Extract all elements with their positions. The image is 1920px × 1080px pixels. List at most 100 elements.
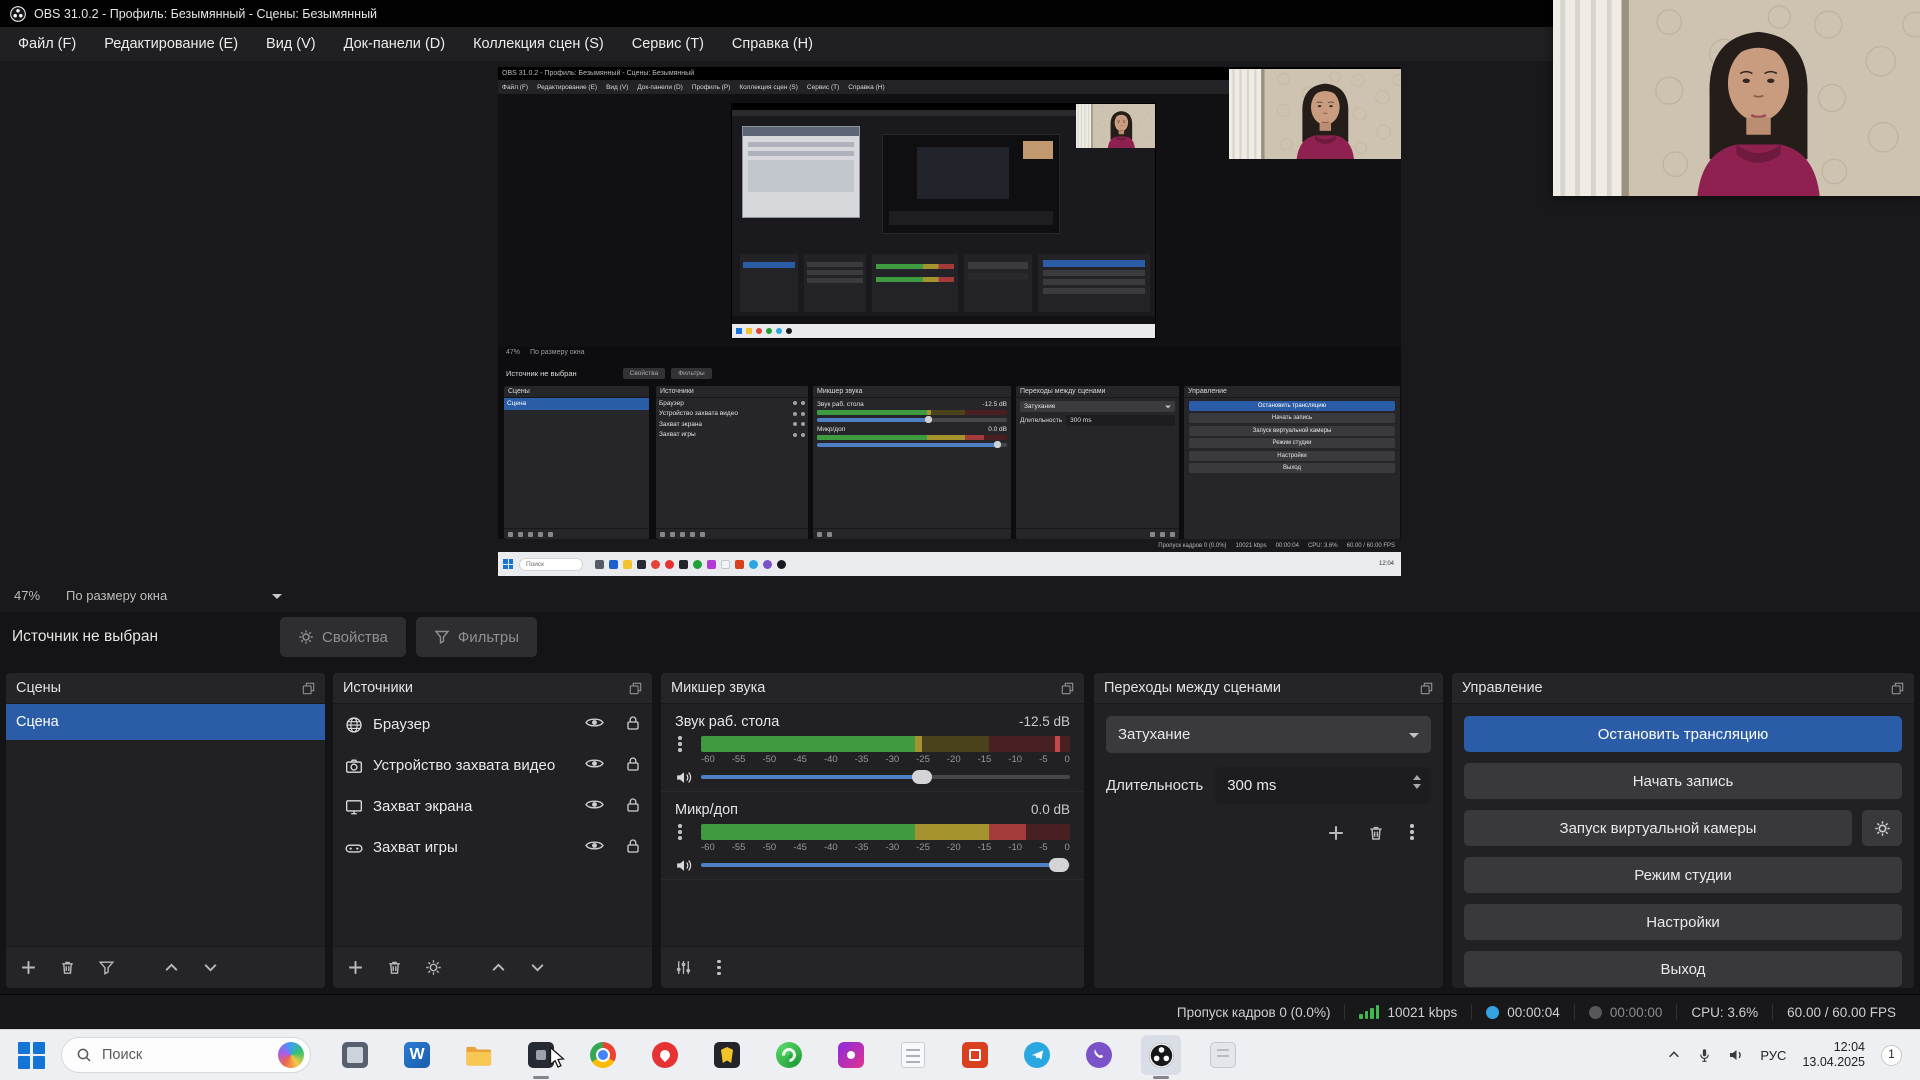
volume-slider-handle[interactable]	[912, 770, 932, 784]
duration-spinbox[interactable]: 300 ms	[1215, 767, 1431, 804]
search-icon	[76, 1047, 92, 1063]
mute-button[interactable]	[675, 857, 701, 874]
menu-help[interactable]: Справка (H)	[718, 27, 827, 61]
studio-mode-button[interactable]: Режим студии	[1464, 857, 1902, 893]
source-properties-icon[interactable]	[425, 959, 442, 976]
source-row[interactable]: Захват экрана	[333, 786, 652, 827]
popout-icon[interactable]	[1891, 682, 1904, 695]
visibility-eye-icon[interactable]	[585, 839, 604, 856]
menu-docks[interactable]: Док-панели (D)	[330, 27, 459, 61]
language-indicator[interactable]: РУС	[1760, 1048, 1786, 1063]
search-box[interactable]: Поиск	[61, 1037, 311, 1073]
lock-icon[interactable]	[626, 715, 640, 735]
channel-db-value: -12.5 dB	[1019, 714, 1070, 729]
stop-streaming-button[interactable]: Остановить трансляцию	[1464, 716, 1902, 752]
transition-menu-icon[interactable]	[1407, 824, 1421, 842]
meter-tick: -30	[885, 842, 899, 853]
spin-up-icon[interactable]	[1413, 775, 1421, 780]
zoom-caret-icon[interactable]	[272, 594, 282, 604]
visibility-eye-icon[interactable]	[585, 716, 604, 733]
obs-icon[interactable]	[1141, 1035, 1181, 1075]
spin-down-icon[interactable]	[1413, 784, 1421, 789]
move-scene-up-button[interactable]	[163, 959, 180, 976]
channel-menu-icon[interactable]	[675, 736, 701, 752]
meter-tick: -30	[885, 754, 899, 765]
preview-mini-webcam	[1229, 69, 1401, 159]
chrome-icon[interactable]	[583, 1035, 623, 1075]
add-transition-button[interactable]	[1327, 824, 1345, 842]
virtual-camera-settings-button[interactable]	[1862, 810, 1902, 846]
menu-file[interactable]: Файл (F)	[4, 27, 90, 61]
mixer-toolbar	[661, 946, 1084, 988]
source-row[interactable]: Захват игры	[333, 827, 652, 868]
scene-item-selected[interactable]: Сцена	[6, 704, 325, 740]
lock-icon[interactable]	[626, 797, 640, 817]
gallery-app-icon[interactable]	[1203, 1035, 1243, 1075]
move-source-down-button[interactable]	[529, 959, 546, 976]
start-recording-button[interactable]: Начать запись	[1464, 763, 1902, 799]
add-scene-button[interactable]	[20, 959, 37, 976]
webcam-overlay[interactable]	[1553, 0, 1920, 196]
volume-slider-handle[interactable]	[1049, 858, 1069, 872]
mixer-menu-icon[interactable]	[714, 960, 728, 976]
settings-button[interactable]: Настройки	[1464, 904, 1902, 940]
zoom-mode-select[interactable]: По размеру окна	[66, 588, 167, 603]
filters-button[interactable]: Фильтры	[416, 617, 537, 657]
chevron-up-icon[interactable]	[1667, 1048, 1681, 1062]
properties-button[interactable]: Свойства	[280, 617, 406, 657]
mute-button[interactable]	[675, 769, 701, 786]
menu-tools[interactable]: Сервис (T)	[618, 27, 718, 61]
menu-scene-collection[interactable]: Коллекция сцен (S)	[459, 27, 618, 61]
red-browser-icon[interactable]	[645, 1035, 685, 1075]
duration-label: Длительность	[1106, 777, 1203, 794]
popout-icon[interactable]	[1061, 682, 1074, 695]
visibility-eye-icon[interactable]	[585, 757, 604, 774]
virtual-camera-button[interactable]: Запуск виртуальной камеры	[1464, 810, 1852, 846]
file-explorer-icon[interactable]	[335, 1035, 375, 1075]
shield-app-icon[interactable]	[707, 1035, 747, 1075]
menu-view[interactable]: Вид (V)	[252, 27, 330, 61]
volume-slider[interactable]	[701, 768, 1070, 786]
notes-app-icon[interactable]	[893, 1035, 933, 1075]
purple-app-icon[interactable]	[831, 1035, 871, 1075]
remove-source-button[interactable]	[386, 959, 403, 976]
green-app-icon[interactable]	[769, 1035, 809, 1075]
meter-tick: -45	[793, 754, 807, 765]
add-source-button[interactable]	[347, 959, 364, 976]
exit-button[interactable]: Выход	[1464, 951, 1902, 987]
search-highlights-icon[interactable]	[278, 1042, 304, 1068]
source-row[interactable]: Браузер	[333, 704, 652, 745]
lock-icon[interactable]	[626, 756, 640, 776]
scenes-toolbar	[6, 946, 325, 988]
mixer-settings-icon[interactable]	[675, 959, 692, 976]
word-icon[interactable]: W	[397, 1035, 437, 1075]
popout-icon[interactable]	[1420, 682, 1433, 695]
zoom-level: 47%	[14, 588, 40, 603]
lock-icon[interactable]	[626, 838, 640, 858]
menu-edit[interactable]: Редактирование (E)	[90, 27, 252, 61]
remove-scene-button[interactable]	[59, 959, 76, 976]
red-app-icon[interactable]	[955, 1035, 995, 1075]
clock[interactable]: 12:04 13.04.2025	[1802, 1040, 1865, 1070]
volume-slider[interactable]	[701, 856, 1070, 874]
move-source-up-button[interactable]	[490, 959, 507, 976]
popout-icon[interactable]	[302, 682, 315, 695]
mic-icon[interactable]	[1697, 1048, 1712, 1063]
source-row[interactable]: Устройство захвата видео	[333, 745, 652, 786]
speaker-icon[interactable]	[1728, 1047, 1744, 1063]
channel-menu-icon[interactable]	[675, 824, 701, 840]
visibility-eye-icon[interactable]	[585, 798, 604, 815]
scene-filters-button[interactable]	[98, 959, 115, 976]
folder-icon[interactable]	[459, 1035, 499, 1075]
remove-transition-button[interactable]	[1367, 824, 1385, 842]
popout-icon[interactable]	[629, 682, 642, 695]
move-scene-down-button[interactable]	[202, 959, 219, 976]
transition-select[interactable]: Затухание	[1106, 716, 1431, 753]
viber-icon[interactable]	[1079, 1035, 1119, 1075]
notification-badge[interactable]: 1	[1881, 1045, 1902, 1066]
telegram-icon[interactable]	[1017, 1035, 1057, 1075]
start-button[interactable]	[18, 1042, 45, 1069]
obs-statusbar: Пропуск кадров 0 (0.0%) 10021 kbps 00:00…	[0, 994, 1920, 1029]
program-preview[interactable]: OBS 31.0.2 - Профиль: Безымянный - Сцены…	[498, 67, 1401, 576]
stream-status-icon	[1486, 1006, 1499, 1019]
